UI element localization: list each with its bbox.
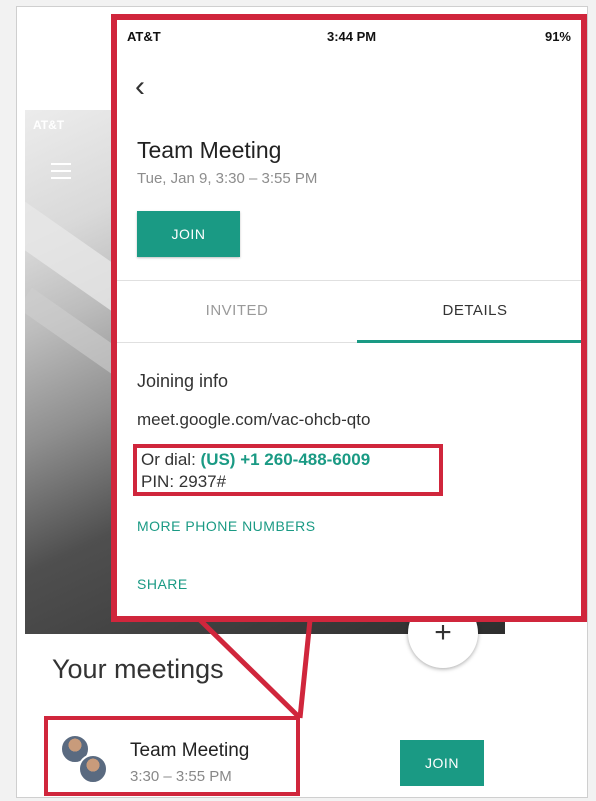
- tab-bar: INVITED DETAILS: [117, 281, 581, 339]
- meeting-date: Tue, Jan 9, 3:30 – 3:55 PM: [137, 170, 318, 187]
- background-status-bar: AT&T: [33, 118, 65, 132]
- dial-prefix: Or dial:: [141, 450, 196, 469]
- tab-details[interactable]: DETAILS: [357, 281, 581, 339]
- active-tab-indicator: [357, 340, 581, 343]
- participant-avatars: [60, 734, 108, 784]
- meeting-item-join-button[interactable]: JOIN: [400, 740, 484, 786]
- meeting-item-title: Team Meeting: [130, 740, 250, 761]
- carrier-label: AT&T: [127, 29, 161, 44]
- join-button[interactable]: JOIN: [137, 211, 240, 257]
- hamburger-menu-icon[interactable]: [51, 163, 71, 184]
- meeting-url[interactable]: meet.google.com/vac-ohcb-qto: [137, 410, 370, 430]
- meeting-title: Team Meeting: [137, 137, 282, 163]
- screenshot-frame: AT&T + Your meetings Team Meeting 3:30 –…: [0, 0, 596, 801]
- back-arrow-icon[interactable]: ‹: [135, 72, 145, 102]
- joining-info-heading: Joining info: [137, 371, 229, 391]
- pin-code: PIN: 2937#: [141, 472, 227, 491]
- clock-label: 3:44 PM: [327, 29, 377, 44]
- dial-line: Or dial: (US) +1 260-488-6009: [141, 450, 370, 470]
- divider: [117, 342, 357, 343]
- share-link[interactable]: SHARE: [137, 576, 188, 592]
- dial-info-highlight: Or dial: (US) +1 260-488-6009 PIN: 2937#: [133, 444, 443, 496]
- status-bar: AT&T 3:44 PM 91%: [117, 20, 581, 50]
- tab-invited[interactable]: INVITED: [117, 281, 357, 339]
- battery-label: 91%: [544, 29, 571, 44]
- avatar: [78, 754, 108, 784]
- your-meetings-heading: Your meetings: [52, 654, 224, 684]
- dial-number-link[interactable]: (US) +1 260-488-6009: [201, 450, 371, 469]
- meeting-details-popup: AT&T 3:44 PM 91% ‹ Team Meeting Tue, Jan…: [111, 14, 587, 622]
- more-phone-numbers-link[interactable]: MORE PHONE NUMBERS: [137, 518, 316, 534]
- meeting-item-time: 3:30 – 3:55 PM: [130, 768, 232, 785]
- meeting-list-item[interactable]: Team Meeting 3:30 – 3:55 PM: [44, 716, 300, 796]
